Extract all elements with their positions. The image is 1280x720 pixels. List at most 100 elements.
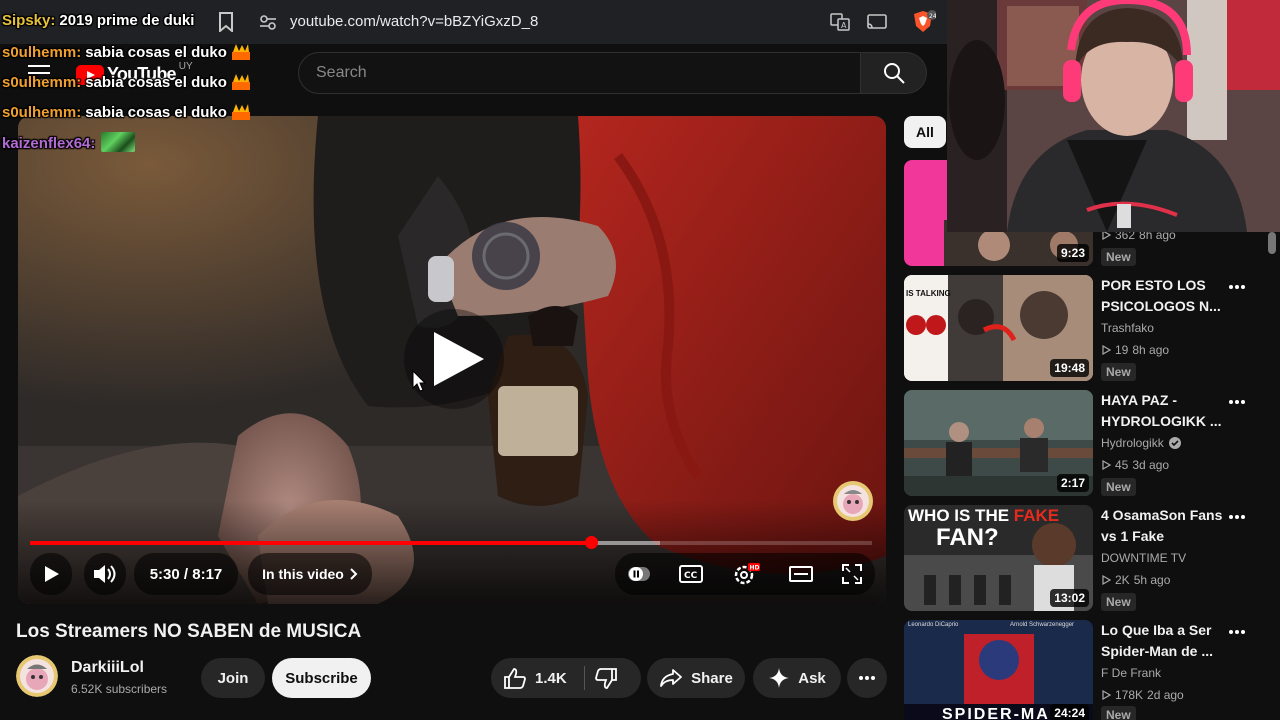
more-vertical-icon[interactable] <box>1227 392 1247 412</box>
svg-text:HD: HD <box>750 565 760 572</box>
more-vertical-icon[interactable] <box>1227 507 1247 527</box>
upload-age: 3d ago <box>1132 458 1170 472</box>
chat-message: s0ulhemm: sabia cosas el duko <box>2 102 251 121</box>
join-button[interactable]: Join <box>201 658 265 698</box>
view-count: 45 <box>1115 458 1129 472</box>
subtitles-icon[interactable]: CC <box>678 564 704 584</box>
center-play-overlay-icon[interactable] <box>400 306 508 412</box>
video-thumbnail[interactable]: IS TALKING 19:48 <box>904 275 1093 381</box>
view-count-play-icon <box>1102 575 1111 585</box>
settings-gear-icon[interactable]: HD <box>731 561 761 587</box>
video-title-link[interactable]: POR ESTO LOS PSICOLOGOS N... <box>1101 275 1225 317</box>
channel-name[interactable]: Hydrologikk <box>1101 436 1182 450</box>
chat-username: s0ulhemm: <box>2 104 82 121</box>
player-right-controls: CC HD <box>615 553 875 595</box>
volume-icon <box>94 565 116 583</box>
channel-avatar-image <box>16 655 58 697</box>
video-duration: 24:24 <box>1050 704 1089 720</box>
more-vertical-icon[interactable] <box>1227 622 1247 642</box>
upload-age: 8h ago <box>1132 343 1170 357</box>
fullscreen-icon[interactable] <box>841 563 863 585</box>
upload-age: 5h ago <box>1133 573 1171 587</box>
search-icon <box>883 63 905 84</box>
channel-name[interactable]: DOWNTIME TV <box>1101 551 1186 565</box>
thumbnail-caption-left: Leonardo DiCaprio <box>908 622 959 628</box>
time-display: 5:30 / 8:17 <box>134 553 238 595</box>
recommendation-item[interactable]: WHO IS THE FAKE FAN? 13:02 4 OsamaSon Fa… <box>904 505 1264 617</box>
video-thumbnail[interactable]: 2:17 <box>904 390 1093 496</box>
video-stats: 2K 5h ago <box>1101 573 1170 587</box>
cast-icon[interactable] <box>866 12 888 32</box>
progress-scrubber-handle[interactable] <box>584 536 598 549</box>
bookmark-icon[interactable] <box>218 12 234 32</box>
chat-text: 2019 prime de duki <box>59 12 195 29</box>
channel-name-text: F De Frank <box>1101 666 1162 680</box>
channel-watermark-icon[interactable] <box>832 480 874 522</box>
verified-badge-icon <box>1168 437 1181 449</box>
video-stats: 19 8h ago <box>1101 343 1169 357</box>
video-thumbnail[interactable]: Leonardo DiCaprio Arnold Schwarzenegger … <box>904 620 1093 720</box>
sidebar-scrollbar[interactable] <box>1268 232 1276 254</box>
upload-age: 2d ago <box>1147 688 1184 702</box>
channel-name-text: Hydrologikk <box>1101 436 1164 450</box>
subscriber-count: 6.52K subscribers <box>71 682 168 696</box>
fire-emote-icon <box>231 44 250 60</box>
chapters-label: In this video <box>262 566 344 582</box>
filter-chip-all[interactable]: All <box>904 116 946 148</box>
svg-text:CC: CC <box>684 571 698 581</box>
brave-shield-icon[interactable]: 24 <box>910 10 936 34</box>
chat-text: sabia cosas el duko <box>85 74 227 91</box>
country-code: UY <box>178 61 193 72</box>
video-title-link[interactable]: Lo Que Iba a Ser Spider-Man de ... <box>1101 620 1225 662</box>
thumbs-up-icon <box>504 668 526 689</box>
video-thumbnail[interactable]: WHO IS THE FAKE FAN? 13:02 <box>904 505 1093 611</box>
fire-emote-icon <box>231 104 250 120</box>
search-input[interactable]: Search <box>298 52 861 94</box>
more-vertical-icon[interactable] <box>1227 277 1247 297</box>
video-title-link[interactable]: 4 OsamaSon Fans vs 1 Fake <box>1101 505 1225 547</box>
channel-name-text: DOWNTIME TV <box>1101 551 1187 565</box>
chat-text: sabia cosas el duko <box>85 44 227 61</box>
theater-mode-icon[interactable] <box>788 564 814 584</box>
search-placeholder: Search <box>316 64 367 81</box>
channel-avatar[interactable] <box>16 655 58 697</box>
caption-part-b: FAKE <box>1013 506 1060 525</box>
chapters-button[interactable]: In this video <box>248 553 372 595</box>
ask-button[interactable]: Ask <box>753 658 841 698</box>
view-count-play-icon <box>1102 690 1111 700</box>
chat-message: s0ulhemm: sabia cosas el duko <box>2 72 251 91</box>
recommendation-item[interactable]: 2:17 HAYA PAZ - HYDROLOGIKK ... Hydrolog… <box>904 390 1264 502</box>
video-title-link[interactable]: HAYA PAZ - HYDROLOGIKK ... <box>1101 390 1225 432</box>
recommendation-item[interactable]: Leonardo DiCaprio Arnold Schwarzenegger … <box>904 620 1264 720</box>
play-button[interactable] <box>30 553 72 595</box>
channel-name[interactable]: Trashfako <box>1101 321 1154 335</box>
recommendation-item[interactable]: IS TALKING 19:48 POR ESTO LOS PSICOLOGOS… <box>904 275 1264 387</box>
more-actions-button[interactable] <box>847 658 887 698</box>
chat-message: Sipsky: 2019 prime de duki <box>2 12 194 29</box>
like-dislike-divider <box>584 666 585 690</box>
chat-text: sabia cosas el duko <box>85 104 227 121</box>
site-settings-icon[interactable] <box>258 12 278 32</box>
progress-bar[interactable] <box>30 536 872 549</box>
thumbs-down-icon[interactable] <box>594 668 618 690</box>
search-button[interactable] <box>861 52 927 94</box>
caption-part-c: FAN? <box>936 524 999 551</box>
view-count: 178K <box>1115 688 1144 702</box>
channel-name[interactable]: DarkiiiLol <box>71 659 144 677</box>
translate-icon[interactable]: A <box>830 12 850 32</box>
green-emote-icon <box>101 132 136 152</box>
chevron-right-icon <box>350 568 358 580</box>
subscribe-button[interactable]: Subscribe <box>272 658 371 698</box>
address-bar-url[interactable]: youtube.com/watch?v=bBZYiGxzD_8 <box>290 13 538 30</box>
chat-username: s0ulhemm: <box>2 44 82 61</box>
chat-username: s0ulhemm: <box>2 74 82 91</box>
thumbnail-caption: WHO IS THE FAKE FAN? <box>908 507 1059 551</box>
video-title: Los Streamers NO SABEN de MUSICA <box>16 621 362 642</box>
channel-name[interactable]: F De Frank <box>1101 666 1161 680</box>
share-icon <box>660 669 683 687</box>
share-button[interactable]: Share <box>647 658 745 698</box>
view-count: 2K <box>1115 573 1130 587</box>
like-button[interactable]: 1.4K <box>491 658 641 698</box>
autoplay-toggle-icon[interactable] <box>627 562 651 586</box>
volume-button[interactable] <box>84 553 126 595</box>
